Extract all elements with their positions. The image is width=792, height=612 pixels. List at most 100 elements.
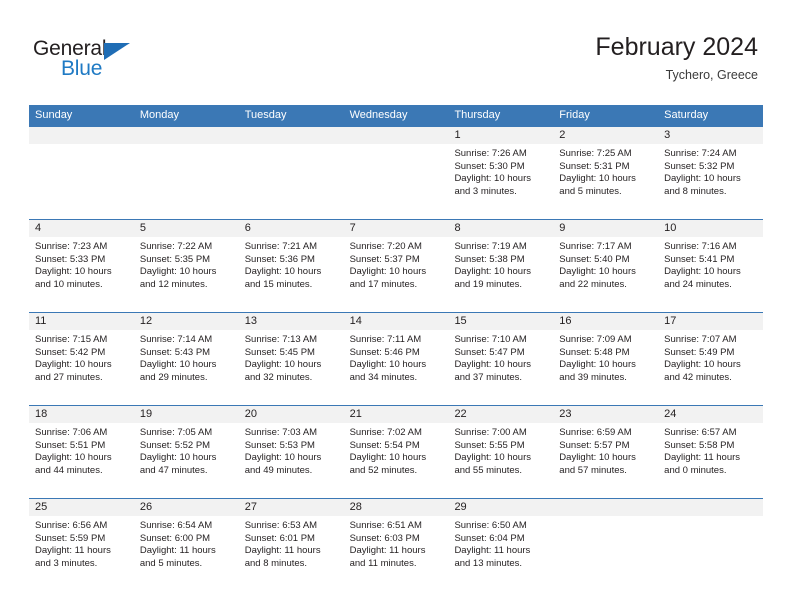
day-cell[interactable]: 19 Sunrise: 7:05 AM Sunset: 5:52 PM Dayl… [133, 406, 239, 498]
day-cell[interactable]: 7 Sunrise: 7:20 AM Sunset: 5:37 PM Dayli… [343, 220, 449, 312]
sunrise-text: Sunrise: 7:02 AM [349, 427, 422, 438]
day-number: 16 [553, 313, 659, 330]
day-number: 27 [238, 499, 344, 516]
day-cell[interactable]: 11 Sunrise: 7:15 AM Sunset: 5:42 PM Dayl… [29, 313, 134, 405]
day-cell[interactable]: 6 Sunrise: 7:21 AM Sunset: 5:36 PM Dayli… [238, 220, 344, 312]
day-cell[interactable]: 14 Sunrise: 7:11 AM Sunset: 5:46 PM Dayl… [343, 313, 449, 405]
day-number: 28 [343, 499, 449, 516]
day-cell[interactable]: 9 Sunrise: 7:17 AM Sunset: 5:40 PM Dayli… [553, 220, 659, 312]
daylight-text-line2: and 5 minutes. [139, 557, 203, 569]
week-row: 25 Sunrise: 6:56 AM Sunset: 5:59 PM Dayl… [29, 498, 764, 591]
day-cell[interactable]: 22 Sunrise: 7:00 AM Sunset: 5:55 PM Dayl… [448, 406, 554, 498]
day-cell[interactable]: 13 Sunrise: 7:13 AM Sunset: 5:45 PM Dayl… [238, 313, 344, 405]
day-details: Sunrise: 7:24 AM Sunset: 5:32 PM Dayligh… [658, 144, 763, 198]
sunrise-text: Sunrise: 7:15 AM [35, 334, 108, 345]
sunset-text: Sunset: 5:40 PM [559, 253, 630, 265]
daylight-text-line2: and 37 minutes. [454, 371, 523, 383]
weekday-header-wednesday: Wednesday [349, 109, 408, 121]
weekday-header-thursday: Thursday [454, 109, 501, 121]
day-details: Sunrise: 6:57 AM Sunset: 5:58 PM Dayligh… [658, 423, 763, 477]
sunset-text: Sunset: 5:54 PM [349, 439, 420, 451]
logo-text-blue: Blue [61, 57, 103, 80]
daylight-text-line1: Daylight: 10 hours [454, 173, 532, 185]
daylight-text-line2: and 3 minutes. [35, 557, 98, 569]
daylight-text-line1: Daylight: 11 hours [454, 545, 531, 557]
day-number: 7 [343, 220, 449, 237]
day-cell[interactable]: 18 Sunrise: 7:06 AM Sunset: 5:51 PM Dayl… [29, 406, 134, 498]
day-details: Sunrise: 7:10 AM Sunset: 5:47 PM Dayligh… [448, 330, 553, 384]
day-cell-empty [238, 127, 344, 219]
day-details: Sunrise: 7:25 AM Sunset: 5:31 PM Dayligh… [553, 144, 658, 198]
daylight-text-line1: Daylight: 10 hours [454, 359, 532, 371]
weekday-header-saturday: Saturday [664, 109, 709, 121]
day-number [29, 127, 134, 144]
daylight-text-line1: Daylight: 10 hours [664, 266, 741, 278]
day-cell[interactable]: 29 Sunrise: 6:50 AM Sunset: 6:04 PM Dayl… [448, 499, 554, 591]
day-number [553, 499, 659, 516]
daylight-text-line1: Daylight: 10 hours [454, 266, 532, 278]
page-title: February 2024 [595, 33, 758, 61]
sunrise-text: Sunrise: 6:53 AM [244, 520, 318, 531]
day-cell[interactable]: 21 Sunrise: 7:02 AM Sunset: 5:54 PM Dayl… [343, 406, 449, 498]
daylight-text-line2: and 24 minutes. [664, 278, 732, 290]
sunrise-text: Sunrise: 7:26 AM [454, 148, 527, 159]
day-cell[interactable]: 10 Sunrise: 7:16 AM Sunset: 5:41 PM Dayl… [658, 220, 764, 312]
day-cell[interactable]: 20 Sunrise: 7:03 AM Sunset: 5:53 PM Dayl… [238, 406, 344, 498]
daylight-text-line2: and 57 minutes. [559, 464, 627, 476]
daylight-text-line1: Daylight: 10 hours [664, 359, 741, 371]
day-details: Sunrise: 7:07 AM Sunset: 5:49 PM Dayligh… [658, 330, 763, 384]
day-cell[interactable]: 17 Sunrise: 7:07 AM Sunset: 5:49 PM Dayl… [658, 313, 764, 405]
general-blue-logo[interactable]: General Blue [33, 38, 213, 86]
sunrise-text: Sunrise: 6:57 AM [664, 427, 737, 438]
day-details: Sunrise: 7:17 AM Sunset: 5:40 PM Dayligh… [553, 237, 658, 291]
day-cell[interactable]: 8 Sunrise: 7:19 AM Sunset: 5:38 PM Dayli… [448, 220, 554, 312]
day-cell[interactable]: 3 Sunrise: 7:24 AM Sunset: 5:32 PM Dayli… [658, 127, 764, 219]
day-cell[interactable]: 15 Sunrise: 7:10 AM Sunset: 5:47 PM Dayl… [448, 313, 554, 405]
weekday-header-monday: Monday [139, 109, 179, 121]
week-row: 11 Sunrise: 7:15 AM Sunset: 5:42 PM Dayl… [29, 312, 764, 405]
day-cell[interactable]: 25 Sunrise: 6:56 AM Sunset: 5:59 PM Dayl… [29, 499, 134, 591]
day-number: 11 [29, 313, 134, 330]
sunrise-text: Sunrise: 7:17 AM [559, 241, 632, 252]
day-cell[interactable]: 4 Sunrise: 7:23 AM Sunset: 5:33 PM Dayli… [29, 220, 134, 312]
day-cell-empty [343, 127, 449, 219]
sunrise-text: Sunrise: 7:23 AM [35, 241, 108, 252]
day-number: 23 [553, 406, 659, 423]
daylight-text-line2: and 11 minutes. [349, 557, 417, 569]
sunset-text: Sunset: 5:57 PM [559, 439, 630, 451]
sunset-text: Sunset: 5:49 PM [664, 346, 735, 358]
daylight-text-line2: and 27 minutes. [35, 371, 103, 383]
day-details: Sunrise: 6:54 AM Sunset: 6:00 PM Dayligh… [134, 516, 239, 570]
sunset-text: Sunset: 5:36 PM [244, 253, 315, 265]
day-cell[interactable]: 28 Sunrise: 6:51 AM Sunset: 6:03 PM Dayl… [343, 499, 449, 591]
sunrise-text: Sunrise: 7:25 AM [559, 148, 632, 159]
sunrise-text: Sunrise: 7:14 AM [139, 334, 213, 345]
day-cell[interactable]: 27 Sunrise: 6:53 AM Sunset: 6:01 PM Dayl… [238, 499, 344, 591]
sunset-text: Sunset: 5:32 PM [664, 160, 735, 172]
sunset-text: Sunset: 5:45 PM [244, 346, 315, 358]
day-cell[interactable]: 24 Sunrise: 6:57 AM Sunset: 5:58 PM Dayl… [658, 406, 764, 498]
sunrise-text: Sunrise: 7:07 AM [664, 334, 737, 345]
day-number: 22 [448, 406, 554, 423]
sunset-text: Sunset: 6:01 PM [244, 532, 315, 544]
sunrise-text: Sunrise: 7:09 AM [559, 334, 632, 345]
day-number: 9 [553, 220, 659, 237]
day-cell[interactable]: 16 Sunrise: 7:09 AM Sunset: 5:48 PM Dayl… [553, 313, 659, 405]
sunrise-text: Sunrise: 7:03 AM [244, 427, 318, 438]
day-cell[interactable]: 2 Sunrise: 7:25 AM Sunset: 5:31 PM Dayli… [553, 127, 659, 219]
daylight-text-line1: Daylight: 10 hours [35, 266, 112, 278]
daylight-text-line2: and 15 minutes. [244, 278, 313, 290]
daylight-text-line2: and 8 minutes. [244, 557, 308, 569]
day-cell[interactable]: 12 Sunrise: 7:14 AM Sunset: 5:43 PM Dayl… [133, 313, 239, 405]
daylight-text-line2: and 29 minutes. [139, 371, 208, 383]
daylight-text-line1: Daylight: 10 hours [139, 359, 217, 371]
day-cell[interactable]: 5 Sunrise: 7:22 AM Sunset: 5:35 PM Dayli… [133, 220, 239, 312]
day-details: Sunrise: 6:50 AM Sunset: 6:04 PM Dayligh… [448, 516, 553, 570]
day-number: 2 [553, 127, 659, 144]
day-cell[interactable]: 1 Sunrise: 7:26 AM Sunset: 5:30 PM Dayli… [448, 127, 554, 219]
day-cell[interactable]: 26 Sunrise: 6:54 AM Sunset: 6:00 PM Dayl… [133, 499, 239, 591]
sunrise-text: Sunrise: 7:06 AM [35, 427, 108, 438]
sunrise-text: Sunrise: 6:56 AM [35, 520, 108, 531]
day-cell[interactable]: 23 Sunrise: 6:59 AM Sunset: 5:57 PM Dayl… [553, 406, 659, 498]
day-number: 12 [133, 313, 239, 330]
